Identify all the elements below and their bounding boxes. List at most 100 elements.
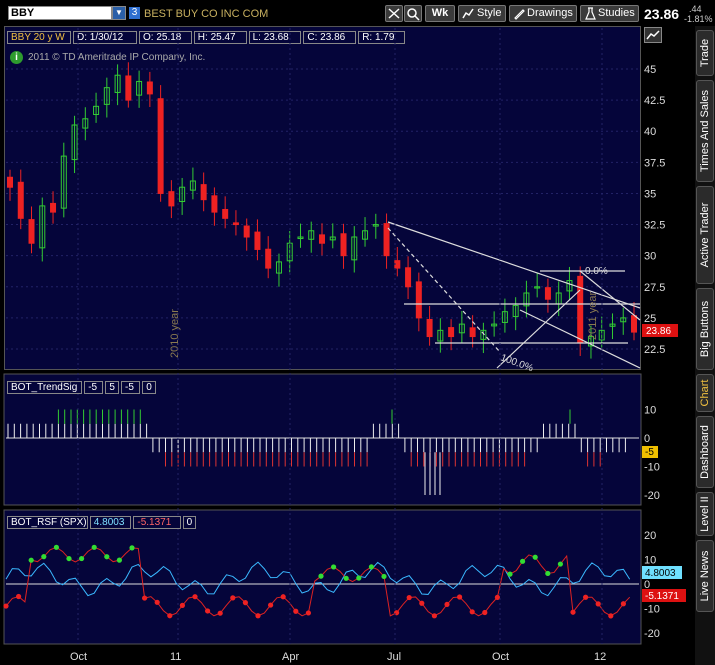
rsf-tag-b: -5.1371 [645,591,679,602]
rsf-dot [406,594,412,601]
rsf-tag-a: 4.8003 [645,568,676,579]
candle-body [448,327,455,338]
tab-active-trader[interactable]: Active Trader [696,186,714,284]
rsf-dot [205,608,211,614]
candle-body [631,315,637,333]
chart-canvas: 45 42.5 40 37.5 35 32.5 30 27.5 25 22.5 0.0% 100.0%… [3,28,686,663]
rsf-dot [331,564,337,570]
candle-body [469,327,476,338]
rsf-dot [268,602,274,608]
tab-chart[interactable]: Chart [696,374,714,412]
candle-body [146,81,153,95]
rsf-header-item: BOT_RSF (SPX) [7,516,88,529]
trend-header-item: -5 [121,381,141,394]
trend-header-item: 0 [142,381,156,394]
rsf-dot [53,544,60,550]
rsf-dot [419,600,425,606]
rsf-dot [242,600,248,606]
rsf-dot [28,557,34,563]
price-tick-label: 37.5 [644,157,665,169]
tab-label: Dashboard [699,425,711,479]
price-tick-label: 40 [644,126,656,138]
rsf-dot [368,564,374,570]
rsf-dot [91,544,97,550]
rsf-dot [3,603,9,609]
tab-level-ii[interactable]: Level II [696,492,714,536]
tab-label: Times And Sales [699,89,711,173]
rsf-tick-label: -20 [644,628,660,640]
tab-label: Trade [699,38,711,68]
candle-body [50,202,57,213]
rsf-dot [167,613,173,619]
rsf-dot [494,594,500,600]
fib-bottom-label: 100.0% [499,352,535,374]
rsf-dot [16,593,22,600]
rsf-dot [444,601,450,608]
x-axis-label: 12 [594,651,606,663]
x-axis-label: Oct [492,651,509,663]
price-tick-label: 30 [644,251,656,263]
rsf-dot [129,545,135,551]
fib-diagonal [387,227,501,353]
candle-body [265,248,272,269]
trend-tick-label: -10 [644,462,660,474]
tab-label: Chart [699,379,711,407]
rsf-dot [66,555,72,562]
candle-body [17,181,24,219]
rsf-dot [116,557,122,563]
candle-body [319,234,325,244]
trend-header-item: -5 [84,381,104,394]
rsf-dot [104,554,110,560]
price-tick-label: 42.5 [644,95,665,107]
rsf-dot [482,609,488,616]
candle-body [7,176,13,188]
trend-header-item: BOT_TrendSig [7,381,83,394]
rsf-header-item: -5.1371 [133,516,181,529]
tab-live-news[interactable]: Live News [696,540,714,612]
price-tick-label: 45 [644,64,656,76]
rsf-dot [557,561,564,567]
price-tick-label: 27.5 [644,282,665,294]
candle-body [168,191,175,207]
tab-times-and-sales[interactable]: Times And Sales [696,80,714,182]
rsf-dot [142,595,148,601]
tab-label: Active Trader [699,202,711,268]
year-label: 2010 year [169,309,181,358]
rsf-tick-label: 10 [644,555,656,567]
rsf-header-item: 0 [182,516,197,529]
x-axis-label: Jul [387,651,401,663]
price-tick-label: 25 [644,313,656,325]
candle-body [426,318,433,338]
rsf-dot [570,609,576,615]
rsf-dot [507,571,513,577]
candle-body [28,219,35,244]
tab-trade[interactable]: Trade [696,30,714,76]
trend-tick-label: 0 [644,433,650,445]
x-axis-label: 11 [170,651,181,663]
rsf-dot [608,613,614,619]
tab-label: Big Buttons [699,300,711,358]
candle-body [243,225,250,238]
rsf-dot [583,594,589,600]
x-axis-label: Oct [70,651,87,663]
candle-body [222,208,229,219]
candle-body [405,267,412,288]
rsf-tick-label: 20 [644,530,656,542]
rsf-dot [192,594,198,600]
year-label: 2011 year [587,292,599,340]
rsf-dot [79,555,85,562]
candle-body [394,260,401,269]
rsf-dot [343,575,349,581]
trend-header-item: 5 [105,381,119,394]
rsf-dot [154,599,160,605]
rsf-dot [230,595,236,601]
tab-dashboard[interactable]: Dashboard [696,416,714,488]
rsf-dot [457,594,463,600]
rsf-dot [179,602,185,608]
tab-big-buttons[interactable]: Big Buttons [696,288,714,370]
candle-body [211,195,218,213]
rsf-dot [545,570,551,577]
rsf-dot [469,609,475,615]
rsf-dot [293,608,299,614]
price-tick-label: 32.5 [644,220,665,232]
